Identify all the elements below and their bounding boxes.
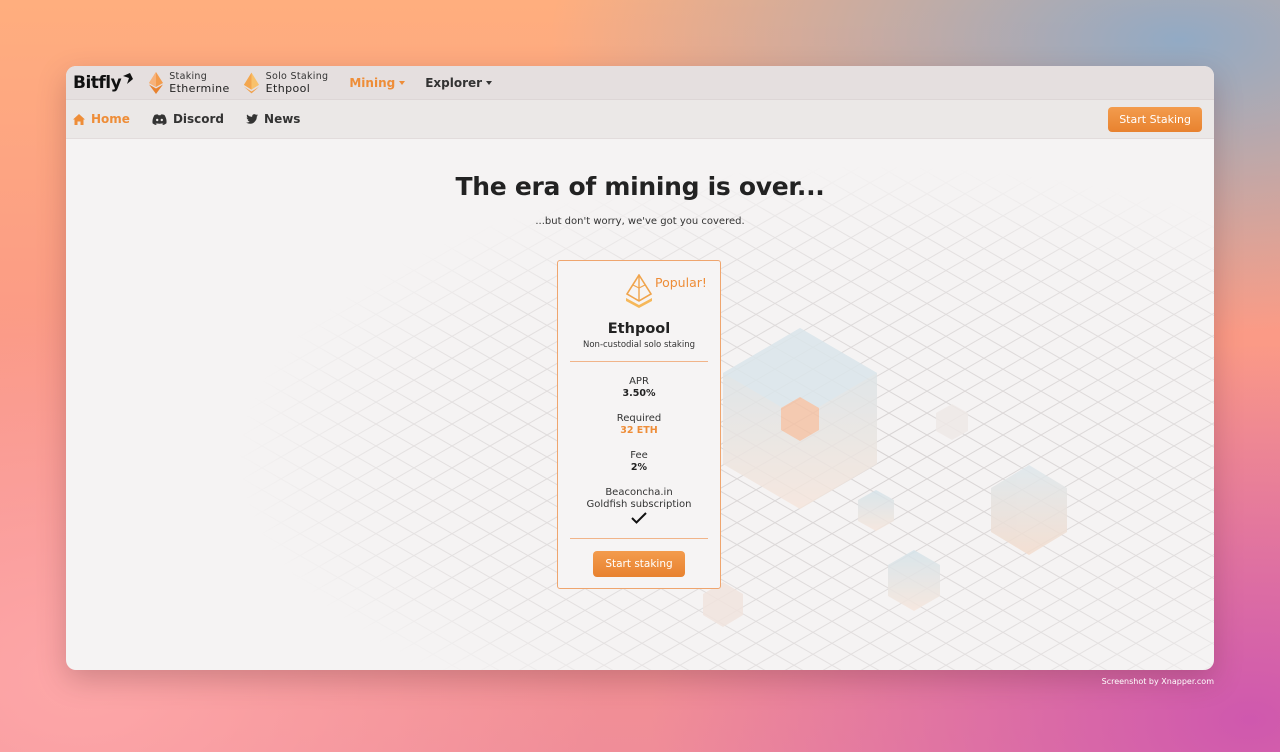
menu-mining[interactable]: Mining [349, 75, 406, 90]
logo-text: Bitfly [73, 72, 122, 93]
popular-badge: Popular! [655, 275, 707, 290]
stat-required-label: Required [616, 413, 662, 424]
menu-explorer[interactable]: Explorer [425, 75, 493, 90]
stat-apr-label: APR [629, 376, 649, 387]
nav-home-label: Home [91, 112, 130, 126]
card-description: Non-custodial solo staking [583, 340, 695, 350]
chevron-down-icon [486, 80, 493, 85]
nav-discord-label: Discord [172, 112, 225, 126]
nav-ethpool-label: Ethpool [265, 81, 311, 95]
nav-ethpool[interactable]: Solo Staking Ethpool [243, 71, 329, 95]
start-staking-header-button[interactable]: Start Staking [1108, 106, 1202, 132]
ethereum-icon [149, 71, 164, 94]
discord-icon [152, 113, 167, 125]
card-title: Ethpool [607, 321, 671, 337]
nav-discord[interactable]: Discord [152, 112, 224, 126]
nav-home[interactable]: Home [73, 112, 130, 126]
nav-ethermine-label: Ethermine [169, 81, 230, 95]
twitter-icon [246, 114, 259, 124]
feature-label: Beaconcha.in Goldfish subscription [586, 487, 692, 510]
ethpool-plan-card: Popular! Ethpool Non-custodial solo stak… [557, 260, 721, 589]
bitfly-logo[interactable]: Bitfly [73, 72, 134, 93]
chevron-down-icon [399, 80, 406, 85]
menu-mining-label: Mining [349, 75, 396, 90]
card-divider-top [570, 361, 708, 362]
screenshot-credit: Screenshot by Xnapper.com [1101, 677, 1214, 686]
checkmark-icon [631, 512, 647, 524]
ethpool-logo-icon [625, 274, 653, 308]
stat-fee-label: Fee [630, 450, 648, 461]
menu-explorer-label: Explorer [425, 75, 483, 90]
stat-fee-value: 2% [630, 462, 648, 473]
stat-apr-value: 3.50% [622, 388, 656, 399]
secondary-navbar: Home Discord News Start Staking [66, 100, 1214, 139]
card-divider-bottom [570, 538, 708, 539]
stat-required-value: 32 ETH [620, 425, 658, 436]
start-staking-card-button[interactable]: Start staking [593, 551, 685, 577]
nav-news-label: News [264, 112, 301, 126]
nav-ethermine-caption: Staking [169, 70, 208, 82]
hero-title: The era of mining is over... [455, 172, 825, 201]
ethpool-icon [243, 72, 259, 93]
hero-subtitle: ...but don't worry, we've got you covere… [535, 216, 745, 227]
logo-flag-icon [123, 73, 134, 84]
nav-news[interactable]: News [246, 112, 300, 126]
home-icon [73, 113, 85, 125]
nav-ethpool-caption: Solo Staking [265, 70, 329, 82]
browser-window: Bitfly Staking Ethermine Solo Staking Et… [66, 66, 1214, 670]
top-navbar: Bitfly Staking Ethermine Solo Staking Et… [66, 66, 1214, 100]
nav-ethermine[interactable]: Staking Ethermine [149, 71, 229, 95]
main-content: The era of mining is over... ...but don'… [66, 139, 1214, 670]
